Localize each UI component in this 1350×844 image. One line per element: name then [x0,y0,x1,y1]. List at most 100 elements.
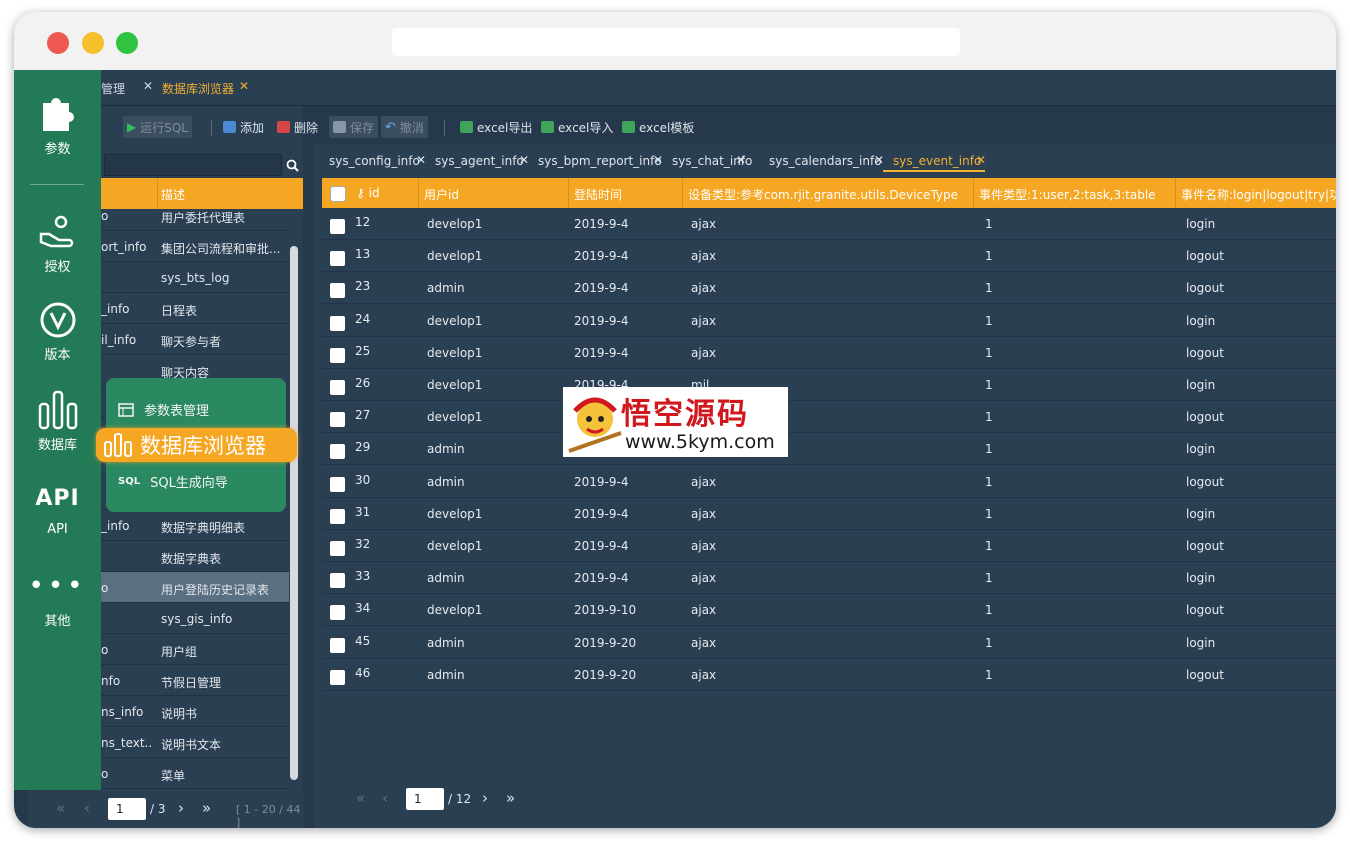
column-header[interactable]: 用户id [424,186,459,203]
sidebar-item-params[interactable]: 参数 [14,92,101,157]
select-all-checkbox[interactable] [330,186,346,202]
tab-close-icon[interactable]: ✕ [519,153,529,167]
tab-database-browser[interactable]: 数据库浏览器 [162,80,234,97]
sidebar-item-other[interactable]: ••• 其他 [14,564,101,629]
column-header[interactable]: ⚷ id [356,186,380,200]
list-item[interactable]: ns_info 说明书 [101,696,289,727]
page-number-input[interactable]: 1 [406,788,444,810]
save-button[interactable]: 保存 [329,116,379,138]
excel-template-button[interactable]: excel模板 [618,116,698,138]
first-page-icon[interactable]: « [56,799,65,817]
row-checkbox[interactable] [330,573,345,589]
list-item[interactable]: sys_gis_info [101,603,289,634]
list-item[interactable]: ort_info 集团公司流程和审批... [101,231,289,262]
row-checkbox[interactable] [330,637,345,653]
list-item[interactable]: o 用户组 [101,634,289,665]
tab-close-icon[interactable]: ✕ [653,153,663,167]
row-checkbox[interactable] [330,444,345,460]
sidebar-item-version[interactable]: 版本 [14,298,101,363]
list-item[interactable]: sys_bts_log [101,262,289,293]
excel-import-button[interactable]: excel导入 [537,116,617,138]
page-number-input[interactable]: 1 [108,798,146,820]
table-row[interactable]: 25 develop1 2019-9-4 ajax 1 logout [322,337,1336,369]
table-row[interactable]: 31 develop1 2019-9-4 ajax 1 login [322,498,1336,530]
address-bar[interactable] [392,28,960,56]
list-item[interactable]: nfo 节假日管理 [101,665,289,696]
row-checkbox[interactable] [330,347,345,363]
list-item[interactable]: o 菜单 [101,758,289,789]
sidebar-item-database[interactable]: 数据库 [14,388,101,453]
table-row[interactable]: 26 develop1 2019-9-4 mil 1 login [322,369,1336,401]
table-row[interactable]: 24 develop1 2019-9-4 ajax 1 login [322,305,1336,337]
row-checkbox[interactable] [330,476,345,492]
delete-button[interactable]: 删除 [273,116,322,138]
table-row[interactable]: 34 develop1 2019-9-10 ajax 1 logout [322,594,1336,627]
row-checkbox[interactable] [330,508,345,524]
tab-close-icon[interactable]: ✕ [874,153,884,167]
search-button[interactable] [282,154,302,176]
sidebar-item-api[interactable]: API API [14,476,101,538]
tab-sys-agent-info[interactable]: sys_agent_info [435,154,524,168]
run-sql-button[interactable]: ▶ 运行SQL [123,116,192,138]
table-row[interactable]: 32 develop1 2019-9-4 ajax 1 logout [322,530,1336,562]
tab-close-icon[interactable]: ✕ [416,153,426,167]
row-checkbox[interactable] [330,283,345,299]
sidebar-item-auth[interactable]: 授权 [14,210,101,275]
menu-item-database-browser[interactable]: 数据库浏览器 [96,428,297,462]
list-item[interactable]: 数据字典表 [101,541,289,572]
tab-close-icon[interactable]: ✕ [239,79,249,93]
tab-sys-config-info[interactable]: sys_config_info [329,154,420,168]
tab-close-icon[interactable]: ✕ [976,153,986,167]
tab-sys-calendars-info[interactable]: sys_calendars_info [769,154,882,168]
list-item[interactable]: o 用户登陆历史记录表 [101,572,289,603]
prev-page-icon[interactable]: ‹ [84,799,90,817]
tab-close-icon[interactable]: ✕ [736,153,746,167]
row-checkbox[interactable] [330,541,345,556]
table-search-input[interactable] [104,154,282,176]
left-scrollbar[interactable] [290,246,298,780]
list-item[interactable]: _info 日程表 [101,293,289,324]
row-checkbox[interactable] [330,605,345,621]
row-checkbox[interactable] [330,315,345,331]
table-row[interactable]: 45 admin 2019-9-20 ajax 1 login [322,627,1336,659]
column-header[interactable]: 设备类型:参考com.rjit.granite.utils.DeviceType [688,186,958,203]
row-checkbox[interactable] [330,380,345,395]
tab-close-icon[interactable]: ✕ [143,79,153,93]
row-checkbox[interactable] [330,219,345,234]
list-item[interactable]: ns_text... 说明书文本 [101,727,289,758]
last-page-icon[interactable]: » [202,799,211,817]
minimize-window-button[interactable] [82,32,104,54]
table-row[interactable]: 46 admin 2019-9-20 ajax 1 logout [322,659,1336,691]
list-item[interactable]: _info 数据字典明细表 [101,510,289,541]
close-window-button[interactable] [47,32,69,54]
first-page-icon[interactable]: « [356,789,365,807]
tab-sys-bpm-report-info[interactable]: sys_bpm_report_info [538,154,662,168]
table-row[interactable]: 33 admin 2019-9-4 ajax 1 login [322,562,1336,595]
list-item[interactable]: il_info 聊天参与者 [101,324,289,355]
table-row[interactable]: 12 develop1 2019-9-4 ajax 1 login [322,208,1336,240]
table-row[interactable]: 29 admin 1 login [322,433,1336,466]
column-header[interactable]: 事件类型:1:user,2:task,3:table [979,186,1156,203]
add-button[interactable]: 添加 [219,116,268,138]
menu-item-params-table[interactable]: 参数表管理 [118,400,209,419]
next-page-icon[interactable]: › [482,789,488,807]
row-checkbox[interactable] [330,669,345,685]
next-page-icon[interactable]: › [178,799,184,817]
row-checkbox[interactable] [330,412,345,428]
tab-manage[interactable]: 管理 [101,80,125,97]
undo-button[interactable]: ↶ 撤消 [381,116,428,138]
excel-export-button[interactable]: excel导出 [456,116,536,138]
maximize-window-button[interactable] [116,32,138,54]
column-header[interactable]: 登陆时间 [574,186,622,203]
list-item[interactable]: o 用户委托代理表 [101,209,289,231]
table-row[interactable]: 23 admin 2019-9-4 ajax 1 logout [322,272,1336,305]
last-page-icon[interactable]: » [506,789,515,807]
column-header[interactable]: 事件名称:login|logout|try|功能名 [1181,186,1336,203]
table-row[interactable]: 27 develop1 1 logout [322,401,1336,434]
tab-sys-event-info[interactable]: sys_event_info [893,154,981,168]
desc-column-header[interactable]: 描述 [161,186,185,203]
row-checkbox[interactable] [330,251,345,267]
prev-page-icon[interactable]: ‹ [382,789,388,807]
menu-item-sql-wizard[interactable]: SQL SQL生成向导 [118,472,228,491]
table-row[interactable]: 13 develop1 2019-9-4 ajax 1 logout [322,240,1336,273]
